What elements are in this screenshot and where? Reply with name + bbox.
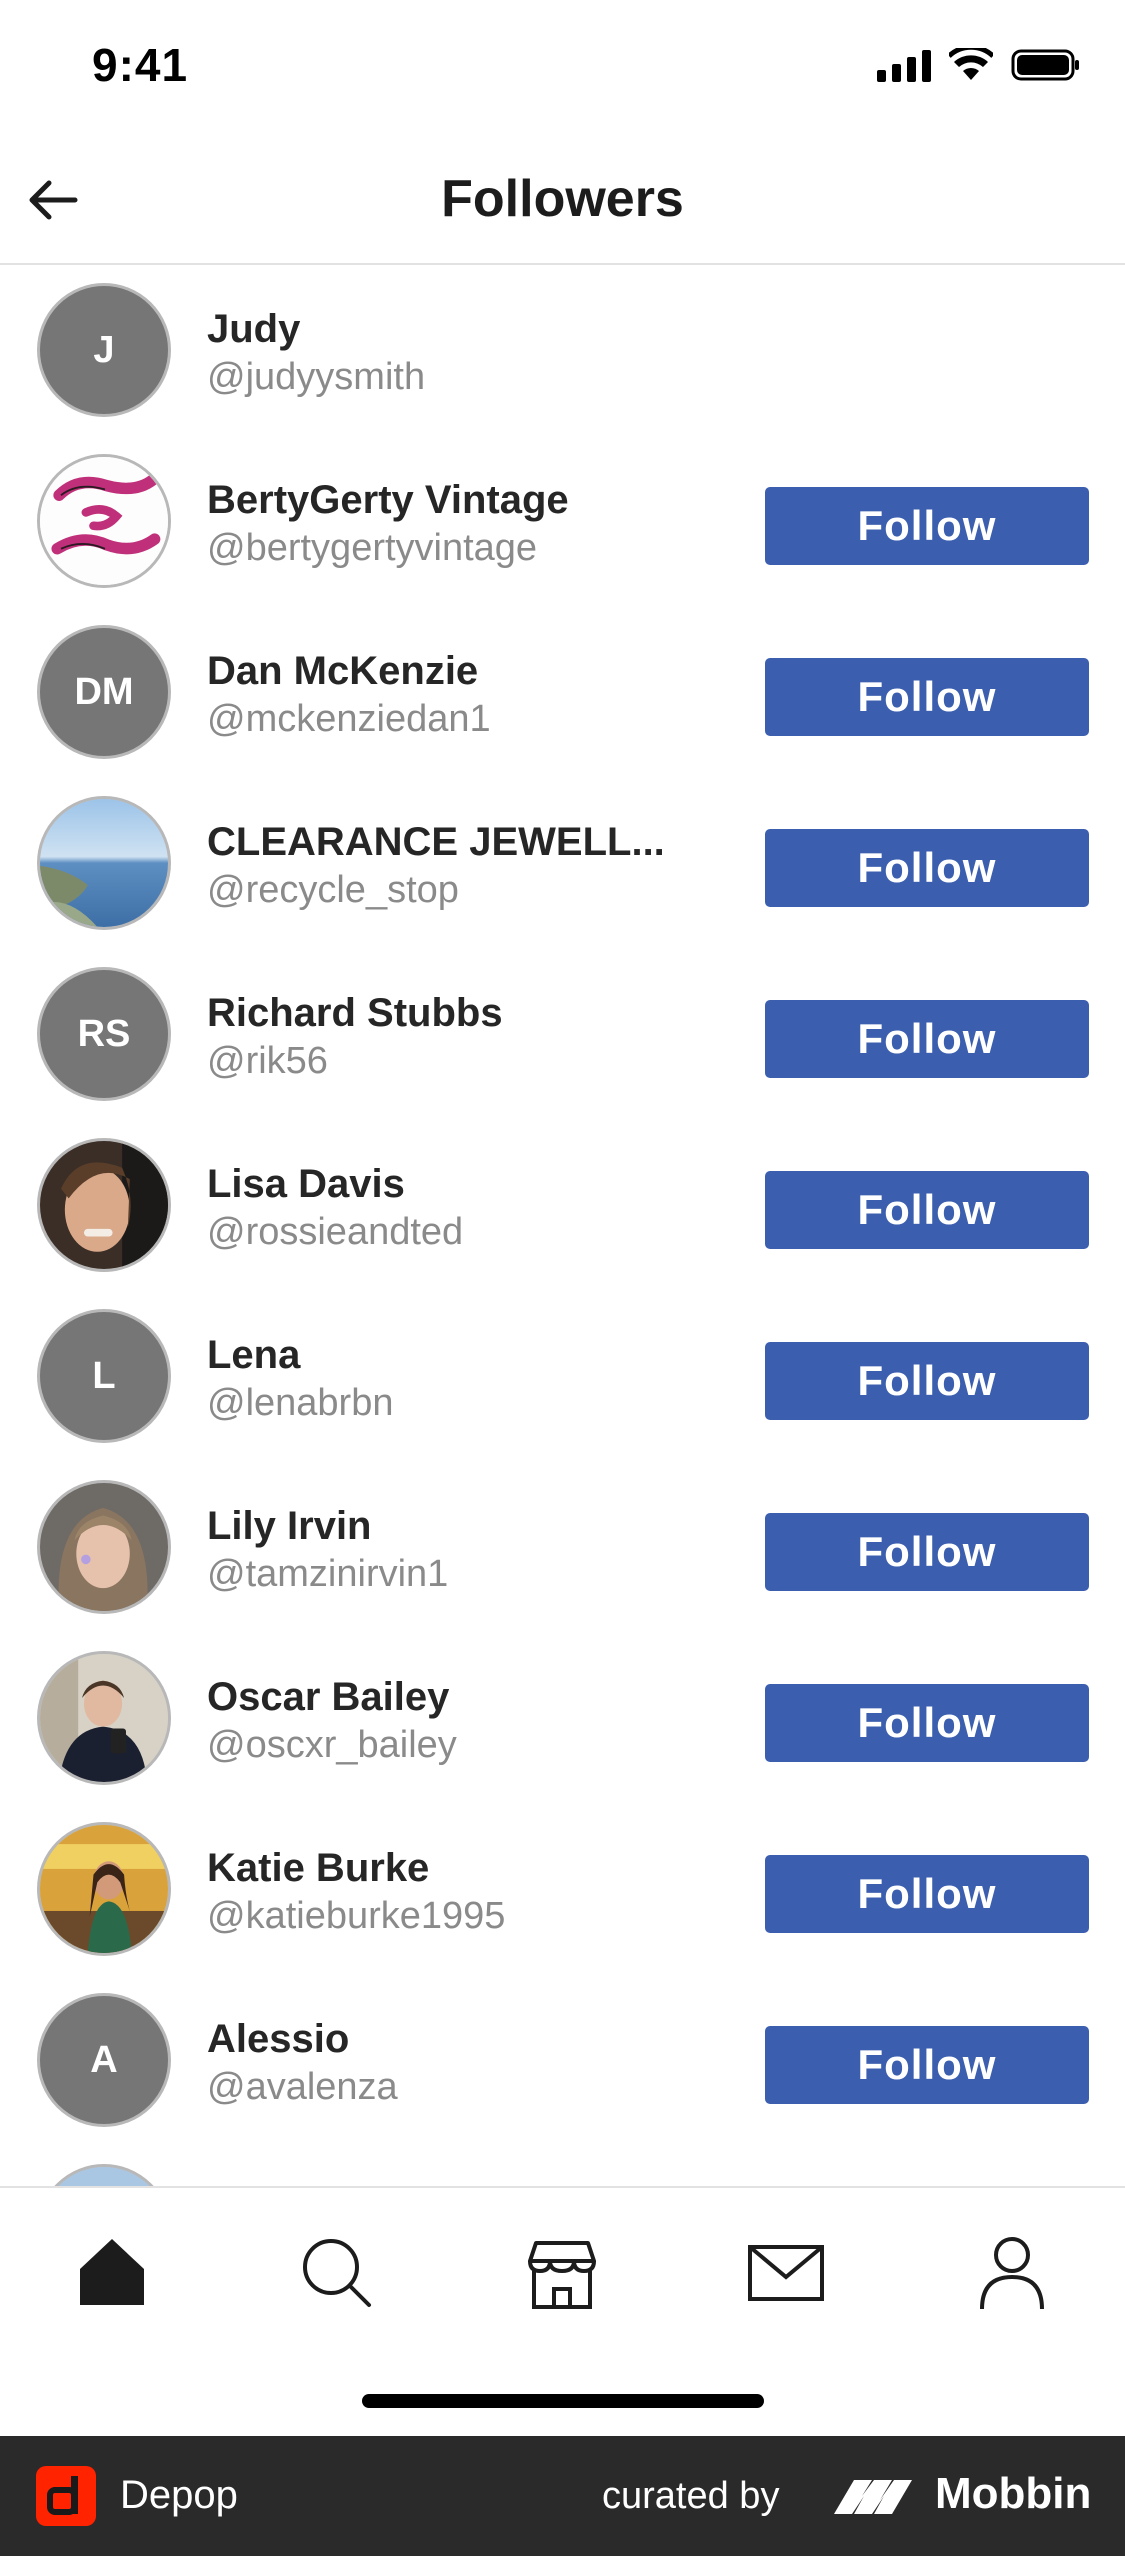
status-icons [877,48,1081,82]
follower-handle: @mckenziedan1 [207,698,491,740]
coastline-photo [40,799,168,927]
follower-name[interactable]: Judy [207,305,707,353]
follow-button[interactable]: Follow [765,1513,1089,1591]
follower-handle: @katieburke1995 [207,1895,506,1937]
follower-name[interactable]: Lily Irvin [207,1502,707,1550]
mobbin-logo-icon [832,2474,924,2523]
avatar[interactable] [37,1480,171,1614]
wifi-icon [949,48,993,82]
curation-banner: Depop curated by Mobbin [0,2436,1125,2556]
avatar[interactable] [37,796,171,930]
avatar[interactable] [37,1651,171,1785]
profile-photo [40,1141,168,1269]
follower-handle: @lenabrbn [207,1382,394,1424]
avatar-initials: DM [74,670,134,713]
follower-row[interactable]: Oscar Bailey @oscxr_bailey Follow [0,1635,1125,1806]
follow-button[interactable]: Follow [765,1000,1089,1078]
follower-row[interactable]: CLEARANCE JEWELL... @recycle_stop Follow [0,780,1125,951]
avatar[interactable]: J [37,283,171,417]
follower-name[interactable]: CLEARANCE JEWELL... [207,818,707,866]
search-icon [303,2239,371,2307]
avatar[interactable]: L [37,1309,171,1443]
follower-name[interactable]: Oscar Bailey [207,1673,707,1721]
profile-photo [40,2167,168,2187]
inbox-icon [748,2245,824,2301]
follower-name[interactable]: Alessio [207,2015,707,2063]
follow-button[interactable]: Follow [765,2026,1089,2104]
follower-row[interactable]: RS Richard Stubbs @rik56 Follow [0,951,1125,1122]
cellular-signal-icon [877,48,931,82]
curated-by-label: curated by [602,2475,780,2517]
follow-button[interactable]: Follow [765,1342,1089,1420]
follower-handle: @bertygertyvintage [207,527,538,569]
avatar[interactable] [37,1138,171,1272]
follower-row-partial[interactable] [0,2148,1125,2187]
follower-handle: @oscxr_bailey [207,1724,457,1766]
follower-name[interactable]: Lisa Davis [207,1160,707,1208]
follower-handle: @tamzinirvin1 [207,1553,449,1595]
profile-photo [40,1654,168,1782]
profile-photo [40,1825,168,1953]
avatar-initials: A [90,2038,118,2081]
depop-logo-icon [36,2466,96,2526]
avatar[interactable]: A [37,1993,171,2127]
tab-search[interactable] [292,2228,382,2318]
home-indicator[interactable] [362,2394,764,2408]
avatar-initials: RS [77,1012,131,1055]
tab-inbox[interactable] [741,2228,831,2318]
tab-sell[interactable] [517,2228,607,2318]
follower-row[interactable]: A Alessio @avalenza Follow [0,1977,1125,2148]
battery-icon [1011,48,1081,82]
tab-home[interactable] [67,2228,157,2318]
follow-button[interactable]: Follow [765,1684,1089,1762]
follower-handle: @rossieandted [207,1211,464,1253]
follow-button[interactable]: Follow [765,658,1089,736]
curator-name: Mobbin [935,2469,1092,2518]
shop-icon [528,2241,596,2309]
status-bar: 9:41 [0,0,1125,135]
follower-row[interactable]: Lily Irvin @tamzinirvin1 Follow [0,1464,1125,1635]
avatar[interactable]: DM [37,625,171,759]
navigation-header: Followers [0,135,1125,265]
follower-name[interactable]: BertyGerty Vintage [207,476,707,524]
avatar-initials: L [92,1354,116,1397]
avatar-initials: J [93,328,115,371]
follower-row[interactable]: BertyGerty Vintage @bertygertyvintage Fo… [0,438,1125,609]
follower-row[interactable]: DM Dan McKenzie @mckenziedan1 Follow [0,609,1125,780]
brand-name: Depop [120,2473,238,2517]
tab-profile[interactable] [967,2228,1057,2318]
avatar[interactable] [37,454,171,588]
profile-photo [40,1483,168,1611]
follower-handle: @rik56 [207,1040,328,1082]
follower-name[interactable]: Richard Stubbs [207,989,707,1037]
follower-row[interactable]: J Judy @judyysmith [0,267,1125,438]
follower-row[interactable]: Lisa Davis @rossieandted Follow [0,1122,1125,1293]
avatar[interactable] [37,1822,171,1956]
berty-gerty-logo [40,457,168,585]
follower-handle: @judyysmith [207,356,426,398]
follower-name[interactable]: Dan McKenzie [207,647,707,695]
follower-handle: @recycle_stop [207,869,459,911]
follower-name[interactable]: Katie Burke [207,1844,707,1892]
follow-button[interactable]: Follow [765,1855,1089,1933]
follower-row[interactable]: Katie Burke @katieburke1995 Follow [0,1806,1125,1977]
follow-button[interactable]: Follow [765,487,1089,565]
profile-icon [980,2237,1044,2310]
followers-list: J Judy @judyysmith BertyGerty Vintage @b… [0,267,1125,2187]
avatar[interactable]: RS [37,967,171,1101]
follower-handle: @avalenza [207,2066,398,2108]
status-time: 9:41 [92,39,189,91]
follow-button[interactable]: Follow [765,829,1089,907]
page-title: Followers [441,170,684,228]
follower-name[interactable]: Lena [207,1331,707,1379]
follower-row[interactable]: L Lena @lenabrbn Follow [0,1293,1125,1464]
follow-button[interactable]: Follow [765,1171,1089,1249]
avatar[interactable] [37,2164,171,2187]
home-icon [80,2239,144,2305]
